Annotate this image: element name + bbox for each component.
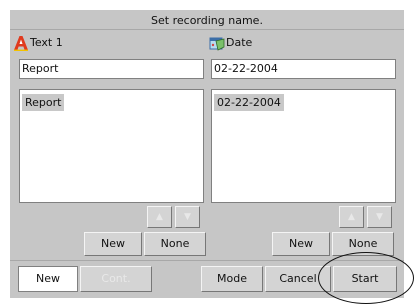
divider <box>10 260 404 261</box>
calendar-date-icon <box>209 35 225 51</box>
triangle-up-icon: ▲ <box>156 212 163 222</box>
right-date-list[interactable]: 02-22-2004 <box>211 89 396 203</box>
left-name-field[interactable]: Report <box>19 59 204 79</box>
right-none-button[interactable]: None <box>332 232 394 256</box>
triangle-down-icon: ▼ <box>184 212 191 222</box>
triangle-down-icon: ▼ <box>376 212 383 222</box>
start-button[interactable]: Start <box>333 266 397 292</box>
left-column-header: Text 1 <box>13 33 63 53</box>
continue-button[interactable]: Cont. <box>80 266 152 292</box>
dialog-title: Set recording name. <box>10 10 404 30</box>
right-column-header: Date <box>209 33 252 53</box>
right-new-button[interactable]: New <box>272 232 330 256</box>
right-column-label: Date <box>226 36 253 49</box>
triangle-up-icon: ▲ <box>348 212 355 222</box>
mode-button[interactable]: Mode <box>201 266 263 292</box>
left-new-button[interactable]: New <box>84 232 142 256</box>
list-item[interactable]: 02-22-2004 <box>214 94 284 111</box>
right-date-field[interactable]: 02-22-2004 <box>211 59 396 79</box>
left-column-label: Text 1 <box>30 36 63 49</box>
list-item[interactable]: Report <box>22 94 65 111</box>
cancel-button[interactable]: Cancel <box>265 266 331 292</box>
right-scroll-down-button[interactable]: ▼ <box>367 206 392 228</box>
left-scroll-up-button[interactable]: ▲ <box>147 206 172 228</box>
left-scroll-down-button[interactable]: ▼ <box>175 206 200 228</box>
right-scroll-up-button[interactable]: ▲ <box>339 206 364 228</box>
left-none-button[interactable]: None <box>144 232 206 256</box>
left-name-list[interactable]: Report <box>19 89 204 203</box>
text-a-icon <box>13 35 29 52</box>
new-mode-button[interactable]: New <box>18 266 78 292</box>
recording-name-dialog: Set recording name. Text 1 Date Report 0… <box>10 10 404 298</box>
